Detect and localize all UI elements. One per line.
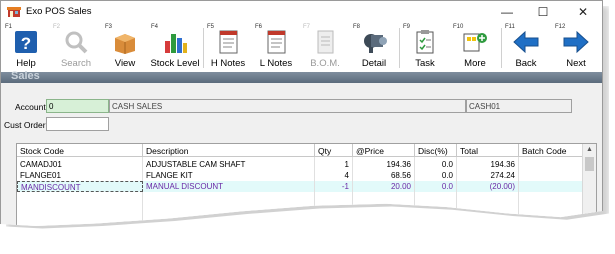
notes-icon <box>267 30 286 54</box>
more-icon <box>463 33 487 52</box>
table-row[interactable]: CAMADJ01 ADJUSTABLE CAM SHAFT 1 194.36 0… <box>17 159 583 170</box>
toolbar-separator <box>203 28 204 68</box>
stock-level-label: Stock Level <box>150 58 200 69</box>
search-label: Search <box>60 58 92 69</box>
bom-button[interactable]: F7 B.O.M. <box>301 22 349 72</box>
view-button[interactable]: F3 View <box>103 22 147 72</box>
next-arrow-icon <box>563 30 589 54</box>
notes-icon <box>219 30 238 54</box>
detail-label: Detail <box>361 58 387 69</box>
batch-code-cell[interactable] <box>519 170 583 181</box>
detail-button[interactable]: F8 Detail <box>351 22 397 72</box>
bar-chart-icon <box>165 34 187 53</box>
cust-order-input[interactable] <box>46 117 109 131</box>
description-cell[interactable]: ADJUSTABLE CAM SHAFT <box>143 159 315 170</box>
qty-cell[interactable]: 1 <box>315 159 353 170</box>
scroll-thumb[interactable] <box>585 157 594 171</box>
stock-level-button[interactable]: F4 Stock Level <box>149 22 201 72</box>
stock-code-cell[interactable]: CAMADJ01 <box>17 159 143 170</box>
function-key-label: F8 <box>353 24 361 30</box>
function-key-label: F4 <box>151 24 159 30</box>
detail-icon <box>364 34 387 53</box>
sales-lines-grid: Stock Code Description Qty @Price Disc(%… <box>16 143 597 227</box>
back-label: Back <box>515 58 537 69</box>
scroll-up-icon[interactable]: ▲ <box>586 146 593 153</box>
bom-icon <box>317 30 334 54</box>
description-cell[interactable]: FLANGE KIT <box>143 170 315 181</box>
back-button[interactable]: F11 Back <box>503 22 549 72</box>
stock-code-cell[interactable]: MANDISCOUNT <box>17 181 143 192</box>
qty-cell[interactable]: -1 <box>315 181 353 192</box>
shop-icon <box>7 7 21 17</box>
account-label: Account <box>15 102 46 112</box>
column-header-qty[interactable]: Qty <box>315 144 353 157</box>
bom-label: B.O.M. <box>310 58 340 69</box>
function-key-label: F7 <box>303 24 311 30</box>
cust-order-label: Cust Order <box>4 120 46 130</box>
title-bar: Exo POS Sales — ☐ ✕ <box>0 0 603 22</box>
stock-code-cell[interactable]: FLANGE01 <box>17 170 143 181</box>
more-button[interactable]: F10 More <box>451 22 499 72</box>
account-name-field: CASH SALES <box>109 99 466 113</box>
more-label: More <box>464 58 486 69</box>
price-cell[interactable]: 68.56 <box>353 170 415 181</box>
toolbar: F1 ? Help F2 Search F3 View F4 Stock Lev… <box>0 22 603 72</box>
task-label: Task <box>415 58 435 69</box>
account-code-field: CASH01 <box>466 99 572 113</box>
batch-code-cell[interactable] <box>519 159 583 170</box>
l-notes-label: L Notes <box>259 58 293 69</box>
view-box-icon <box>115 34 135 54</box>
search-button[interactable]: F2 Search <box>51 22 101 72</box>
price-cell[interactable]: 20.00 <box>353 181 415 192</box>
vertical-scrollbar[interactable]: ▲ <box>582 144 596 227</box>
section-title: Sales <box>11 70 40 82</box>
maximize-button[interactable]: ☐ <box>533 4 553 20</box>
account-input[interactable]: 0 <box>46 99 109 113</box>
description-cell[interactable]: MANUAL DISCOUNT <box>143 181 315 192</box>
disc-cell[interactable]: 0.0 <box>415 159 457 170</box>
task-button[interactable]: F9 Task <box>401 22 449 72</box>
table-row[interactable]: FLANGE01 FLANGE KIT 4 68.56 0.0 274.24 <box>17 170 583 181</box>
column-header-description[interactable]: Description <box>143 144 315 157</box>
column-header-total[interactable]: Total <box>457 144 519 157</box>
price-cell[interactable]: 194.36 <box>353 159 415 170</box>
function-key-label: F5 <box>207 24 215 30</box>
back-arrow-icon <box>513 30 539 54</box>
search-icon <box>65 31 88 54</box>
help-button[interactable]: F1 ? Help <box>3 22 49 72</box>
svg-text:?: ? <box>21 34 31 53</box>
table-row-selected[interactable]: MANDISCOUNT MANUAL DISCOUNT -1 20.00 0.0… <box>17 181 583 192</box>
h-notes-label: H Notes <box>210 58 246 69</box>
column-header-disc[interactable]: Disc(%) <box>415 144 457 157</box>
total-cell: 274.24 <box>457 170 519 181</box>
column-header-price[interactable]: @Price <box>353 144 415 157</box>
disc-cell[interactable]: 0.0 <box>415 170 457 181</box>
h-notes-button[interactable]: F5 H Notes <box>205 22 251 72</box>
section-header: Sales <box>0 70 603 83</box>
column-header-stock-code[interactable]: Stock Code <box>17 144 143 157</box>
view-label: View <box>114 58 136 69</box>
close-button[interactable]: ✕ <box>573 4 593 20</box>
sales-form: Account 0 CASH SALES CASH01 Cust Order S… <box>0 83 603 227</box>
function-key-label: F9 <box>403 24 411 30</box>
next-label: Next <box>566 58 586 69</box>
total-cell: 194.36 <box>457 159 519 170</box>
task-icon <box>416 30 434 54</box>
toolbar-separator <box>501 28 502 68</box>
column-header-batch-code[interactable]: Batch Code <box>519 144 583 157</box>
help-icon: ? <box>15 31 37 53</box>
function-key-label: F6 <box>255 24 263 30</box>
minimize-button[interactable]: — <box>497 4 517 20</box>
toolbar-separator <box>399 28 400 68</box>
function-key-label: F2 <box>53 24 61 30</box>
next-button[interactable]: F12 Next <box>553 22 599 72</box>
batch-code-cell[interactable] <box>519 181 583 192</box>
l-notes-button[interactable]: F6 L Notes <box>253 22 299 72</box>
window-title: Exo POS Sales <box>26 6 92 17</box>
total-cell: (20.00) <box>457 181 519 192</box>
help-label: Help <box>16 58 36 69</box>
qty-cell[interactable]: 4 <box>315 170 353 181</box>
disc-cell[interactable]: 0.0 <box>415 181 457 192</box>
function-key-label: F1 <box>5 24 13 30</box>
